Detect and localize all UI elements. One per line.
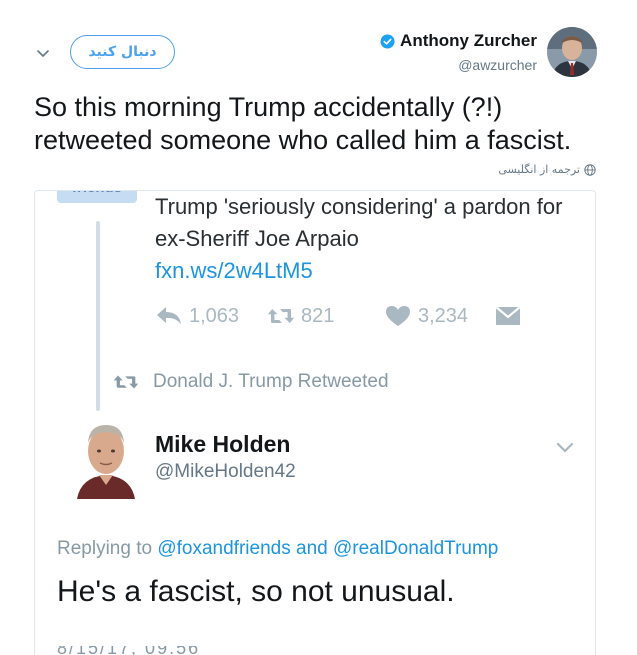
tweet-text: So this morning Trump accidentally (?!) … xyxy=(34,92,572,155)
quoted-tweet-link: fxn.ws/2w4LtM5 xyxy=(155,258,313,283)
mention-foxandfriends: @foxandfriends xyxy=(157,538,291,559)
author-handle[interactable]: @awzurcher xyxy=(380,57,537,73)
heart-icon xyxy=(386,306,410,326)
retweet-count: 821 xyxy=(301,304,335,327)
reply-author-name: Mike Holden xyxy=(155,431,291,457)
globe-icon xyxy=(584,163,596,176)
reply-count: 1,063 xyxy=(189,304,240,327)
reply-action: 1,063 xyxy=(155,304,267,328)
replying-and: and xyxy=(296,538,328,559)
chevron-down-icon[interactable] xyxy=(34,44,52,62)
author-name[interactable]: Anthony Zurcher xyxy=(400,31,537,51)
chevron-down-icon xyxy=(556,442,574,453)
avatar[interactable] xyxy=(547,27,597,77)
reply-author-handle: @MikeHolden42 xyxy=(155,461,296,482)
direct-message-icon xyxy=(495,306,521,325)
mention-realdonaldtrump: @realDonaldTrump xyxy=(332,538,499,559)
follow-button[interactable]: دنبال کنید xyxy=(70,35,175,69)
retweeted-by-label: Donald J. Trump Retweeted xyxy=(153,371,389,392)
reply-author-avatar xyxy=(75,415,137,499)
tweet-author[interactable]: Anthony Zurcher @awzurcher xyxy=(380,31,537,73)
translate-link[interactable]: ترجمه از انگلیسی xyxy=(498,163,596,176)
replying-to-line: Replying to @foxandfriends and @realDona… xyxy=(57,538,498,560)
translate-label[interactable]: ترجمه از انگلیسی xyxy=(498,163,580,176)
verified-badge-icon xyxy=(380,33,395,49)
retweet-icon xyxy=(267,309,295,323)
direct-message-action xyxy=(494,304,522,328)
retweet-icon xyxy=(113,375,139,389)
like-count: 3,234 xyxy=(418,304,469,327)
reply-icon xyxy=(157,307,181,324)
tweet-actions: 1,063 821 3,234 xyxy=(155,302,522,330)
reply-text: He's a fascist, so not unusual. xyxy=(57,575,455,608)
retweet-action: 821 xyxy=(267,304,384,328)
retweeted-by: Donald J. Trump Retweeted xyxy=(113,371,389,393)
thread-line xyxy=(96,221,100,411)
like-action: 3,234 xyxy=(384,304,494,328)
cutoff-label: friends xyxy=(57,191,137,203)
replying-prefix: Replying to xyxy=(57,538,153,559)
quoted-tweet-text: Trump 'seriously considering' a pardon f… xyxy=(155,194,563,251)
embedded-screenshot[interactable]: friends Trump 'seriously considering' a … xyxy=(34,190,596,655)
timestamp-partial: 8/15/17, 09:56 xyxy=(57,646,207,655)
